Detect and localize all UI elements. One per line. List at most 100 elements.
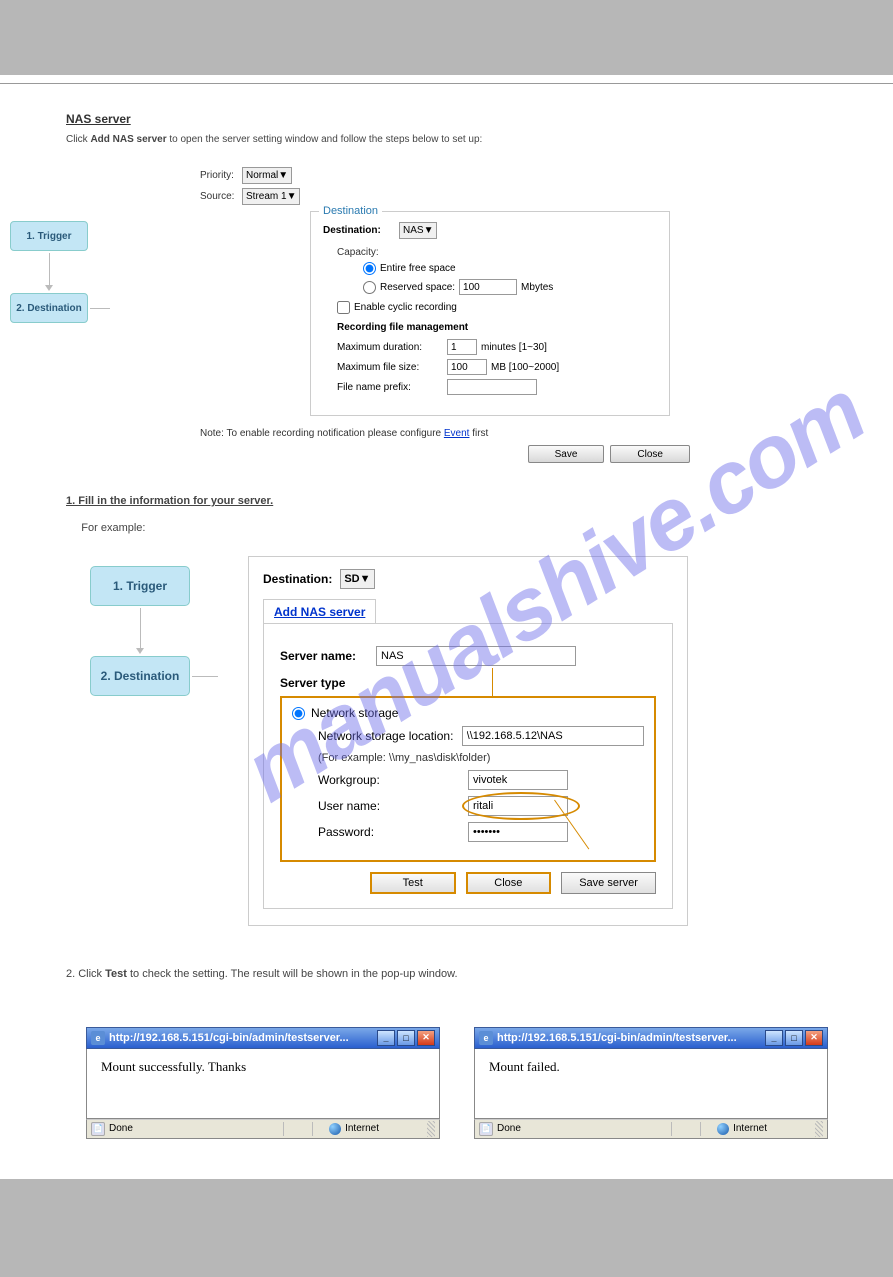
pw-label: Password:	[318, 825, 468, 839]
minimize-button[interactable]: _	[377, 1030, 395, 1046]
ie-icon: e	[479, 1031, 493, 1045]
intro-part-a: Click	[66, 134, 90, 145]
globe-icon	[329, 1123, 341, 1135]
pw-row: Password:	[292, 822, 644, 842]
maxdur-label: Maximum duration:	[337, 342, 443, 353]
servertype-label: Server type	[280, 676, 656, 690]
note-row: Note: To enable recording notification p…	[200, 428, 690, 439]
event-link[interactable]: Event	[444, 428, 470, 439]
wg-input[interactable]	[468, 770, 568, 790]
dlg1-status: 📄 Done Internet	[86, 1119, 440, 1139]
source-label: Source:	[200, 191, 242, 202]
loc-input[interactable]	[462, 726, 644, 746]
dialog-success: e http://192.168.5.151/cgi-bin/admin/tes…	[86, 1027, 440, 1139]
dlg1-title: http://192.168.5.151/cgi-bin/admin/tests…	[109, 1032, 373, 1044]
ns-radio-label: Network storage	[311, 706, 398, 720]
maxsize-label: Maximum file size:	[337, 362, 443, 373]
callout-line-1	[492, 668, 493, 696]
divider	[0, 83, 893, 84]
dest2-select[interactable]: SD ▼	[340, 569, 374, 589]
highlight-box: Network storage Network storage location…	[280, 696, 656, 862]
dest2-label: Destination:	[263, 572, 332, 586]
radio-reserved-label: Reserved space:	[380, 282, 455, 293]
step2-arrow-icon	[136, 648, 144, 654]
maxsize-input[interactable]	[447, 359, 487, 375]
maxdur-input[interactable]	[447, 339, 477, 355]
step2-line	[140, 608, 141, 650]
win-buttons: _ □ ✕	[765, 1030, 823, 1046]
servername-label: Server name:	[280, 649, 376, 663]
step2-connector	[192, 676, 218, 677]
note-a: Note: To enable recording notification p…	[200, 428, 444, 439]
dest2-row: Destination: SD ▼	[263, 569, 673, 589]
save-button[interactable]: Save	[528, 445, 605, 463]
priority-label: Priority:	[200, 170, 242, 181]
test-button[interactable]: Test	[370, 872, 456, 894]
maximize-button[interactable]: □	[785, 1030, 803, 1046]
intro-part-c: to open the server setting window and fo…	[167, 134, 483, 145]
ie-icon: e	[91, 1031, 105, 1045]
dialog-fail: e http://192.168.5.151/cgi-bin/admin/tes…	[474, 1027, 828, 1139]
intro-bold: Add NAS server	[90, 134, 166, 145]
loc-label: Network storage location:	[318, 729, 462, 743]
settings-panel-1: 1. Trigger 2. Destination Priority: Norm…	[200, 167, 690, 463]
radio-entire-row: Entire free space	[363, 262, 657, 275]
save-server-button[interactable]: Save server	[561, 872, 656, 894]
dlg2-status: 📄 Done Internet	[474, 1119, 828, 1139]
radio-reserved[interactable]	[363, 281, 376, 294]
minimize-button[interactable]: _	[765, 1030, 783, 1046]
add-nas-tab[interactable]: Add NAS server	[263, 599, 376, 624]
maxsize-row: Maximum file size: MB [100~2000]	[337, 359, 657, 375]
close-button[interactable]: Close	[610, 445, 690, 463]
cyclic-checkbox[interactable]	[337, 301, 350, 314]
intro-text: Click Add NAS server to open the server …	[66, 132, 827, 147]
capacity-label: Capacity:	[337, 247, 657, 258]
priority-row: Priority: Normal ▼	[200, 167, 690, 184]
ns-radio-row: Network storage	[292, 706, 644, 720]
step-line	[49, 253, 50, 287]
reserved-unit: Mbytes	[521, 282, 553, 293]
source-row: Source: Stream 1 ▼	[200, 188, 690, 205]
grip-icon	[815, 1121, 823, 1137]
prefix-input[interactable]	[447, 379, 537, 395]
note-b: first	[469, 428, 488, 439]
bottom-banner	[0, 1179, 893, 1277]
result-dialogs: e http://192.168.5.151/cgi-bin/admin/tes…	[86, 1027, 893, 1139]
cyclic-label: Enable cyclic recording	[354, 302, 457, 313]
dlg1-titlebar: e http://192.168.5.151/cgi-bin/admin/tes…	[86, 1027, 440, 1049]
loc-row: Network storage location:	[292, 726, 644, 746]
dlg1-done: Done	[109, 1123, 133, 1134]
reserved-input[interactable]	[459, 279, 517, 295]
dlg2-done: Done	[497, 1123, 521, 1134]
radio-entire-label: Entire free space	[380, 263, 456, 274]
source-select[interactable]: Stream 1 ▼	[242, 188, 300, 205]
maximize-button[interactable]: □	[397, 1030, 415, 1046]
destination-select[interactable]: NAS ▼	[399, 222, 437, 239]
close-button-2[interactable]: Close	[466, 872, 552, 894]
radio-reserved-row: Reserved space: Mbytes	[363, 279, 657, 295]
win-buttons: _ □ ✕	[377, 1030, 435, 1046]
user-row: User name:	[292, 796, 644, 816]
user-input[interactable]	[468, 796, 568, 816]
radio-entire[interactable]	[363, 262, 376, 275]
done-icon: 📄	[479, 1122, 493, 1136]
wg-row: Workgroup:	[292, 770, 644, 790]
prefix-label: File name prefix:	[337, 382, 443, 393]
priority-select[interactable]: Normal ▼	[242, 167, 292, 184]
destination-fieldset: Destination Destination: NAS ▼ Capacity:…	[310, 211, 670, 416]
step-connector	[90, 308, 110, 309]
network-storage-radio[interactable]	[292, 707, 305, 720]
servername-input[interactable]	[376, 646, 576, 666]
prefix-row: File name prefix:	[337, 379, 657, 395]
cyclic-row: Enable cyclic recording	[337, 301, 657, 314]
button-row-1: Save Close	[200, 445, 690, 463]
done-icon: 📄	[91, 1122, 105, 1136]
settings-panel-2-wrap: 1. Trigger 2. Destination Destination: S…	[0, 556, 893, 926]
pw-input[interactable]	[468, 822, 568, 842]
dlg2-body: Mount failed.	[474, 1049, 828, 1119]
top-banner	[0, 0, 893, 75]
close-window-button[interactable]: ✕	[805, 1030, 823, 1046]
step2-trigger: 1. Trigger	[90, 566, 190, 606]
close-window-button[interactable]: ✕	[417, 1030, 435, 1046]
step-destination: 2. Destination	[10, 293, 88, 323]
